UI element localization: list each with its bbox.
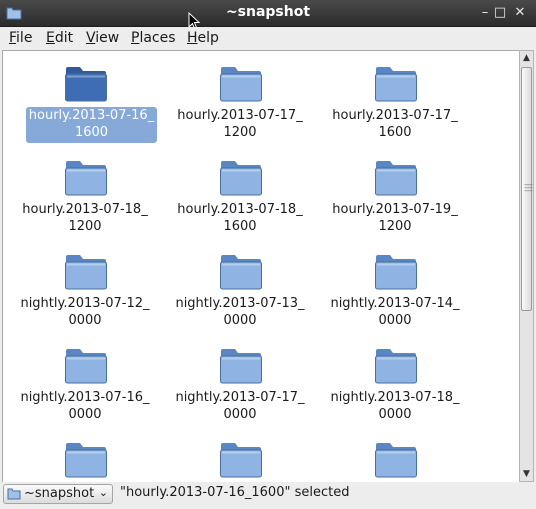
folder-icon: [65, 255, 107, 290]
file-icon-view[interactable]: hourly.2013-07-16_ 1600 hourly.2013-07-17_…: [2, 50, 520, 484]
folder-item[interactable]: nightly.2013-07-17_ 0000: [165, 333, 315, 423]
folder-label-line1: hourly.2013-07-18_: [177, 202, 303, 217]
folder-item[interactable]: [165, 427, 315, 483]
folder-icon: [220, 255, 262, 290]
menu-view[interactable]: View: [86, 30, 119, 46]
folder-label-line1: hourly.2013-07-17_: [177, 108, 303, 123]
scroll-up-arrow-icon[interactable]: ▲: [520, 51, 533, 65]
folder-icon: [220, 443, 262, 478]
folder-label: hourly.2013-07-18_ 1200: [10, 201, 160, 235]
folder-label-line1: nightly.2013-07-14_: [330, 296, 460, 311]
menu-places[interactable]: Places: [131, 30, 176, 46]
folder-item[interactable]: [320, 427, 470, 483]
folder-icon: [375, 349, 417, 384]
folder-label: nightly.2013-07-18_ 0000: [320, 389, 470, 423]
folder-item[interactable]: hourly.2013-07-17_ 1200: [165, 51, 315, 141]
folder-label-line1: nightly.2013-07-12_: [20, 296, 150, 311]
scrollbar-thumb[interactable]: — — —: [521, 67, 533, 311]
folder-item[interactable]: hourly.2013-07-18_ 1600: [165, 145, 315, 235]
folder-item[interactable]: hourly.2013-07-18_ 1200: [10, 145, 160, 235]
title-bar: ~snapshot – □ ✕: [0, 0, 536, 27]
location-label: ~snapshot: [24, 486, 95, 501]
vertical-scrollbar[interactable]: ▲ — — — ▼: [519, 50, 534, 482]
grip-icon: — — —: [524, 180, 533, 196]
status-bar: ~snapshot ⌄ "hourly.2013-07-16_1600" sel…: [0, 482, 536, 509]
folder-label: nightly.2013-07-12_ 0000: [10, 295, 160, 329]
folder-icon: [375, 255, 417, 290]
menu-file[interactable]: File: [9, 30, 32, 46]
chevron-down-icon: ⌄: [98, 486, 108, 499]
folder-label: hourly.2013-07-16_ 1600: [26, 107, 157, 143]
folder-label-line1: hourly.2013-07-17_: [332, 108, 458, 123]
folder-label-line1: hourly.2013-07-16_: [28, 108, 155, 123]
folder-label: hourly.2013-07-17_ 1200: [165, 107, 315, 141]
folder-label-line1: nightly.2013-07-13_: [175, 296, 305, 311]
menu-bar: File Edit View Places Help: [0, 27, 536, 49]
folder-label-line2: 0000: [68, 313, 102, 328]
folder-label: hourly.2013-07-18_ 1600: [165, 201, 315, 235]
folder-label-line2: 0000: [378, 407, 412, 422]
folder-icon: [220, 161, 262, 196]
folder-label: hourly.2013-07-17_ 1600: [320, 107, 470, 141]
close-button[interactable]: ✕: [511, 4, 529, 22]
window-title: ~snapshot: [225, 4, 311, 20]
folder-icon: [220, 67, 262, 102]
folder-icon: [375, 443, 417, 478]
folder-label-line2: 0000: [68, 407, 102, 422]
folder-icon: [65, 67, 107, 102]
folder-icon: [375, 67, 417, 102]
folder-item[interactable]: nightly.2013-07-12_ 0000: [10, 239, 160, 329]
folder-label-line1: nightly.2013-07-17_: [175, 390, 305, 405]
folder-label: nightly.2013-07-13_ 0000: [165, 295, 315, 329]
folder-item[interactable]: hourly.2013-07-17_ 1600: [320, 51, 470, 141]
folder-item[interactable]: nightly.2013-07-18_ 0000: [320, 333, 470, 423]
folder-item[interactable]: [10, 427, 160, 483]
folder-label-line1: nightly.2013-07-16_: [20, 390, 150, 405]
folder-icon: [65, 349, 107, 384]
scroll-down-arrow-icon[interactable]: ▼: [520, 467, 533, 481]
folder-item[interactable]: nightly.2013-07-14_ 0000: [320, 239, 470, 329]
folder-label-line2: 1200: [378, 219, 412, 234]
folder-label: nightly.2013-07-14_ 0000: [320, 295, 470, 329]
folder-icon: [7, 488, 21, 500]
folder-item[interactable]: nightly.2013-07-16_ 0000: [10, 333, 160, 423]
folder-label-line2: 0000: [223, 407, 257, 422]
folder-label: nightly.2013-07-17_ 0000: [165, 389, 315, 423]
folder-label-line2: 1600: [223, 219, 257, 234]
selection-status: "hourly.2013-07-16_1600" selected: [120, 485, 350, 500]
folder-item[interactable]: nightly.2013-07-13_ 0000: [165, 239, 315, 329]
menu-edit[interactable]: Edit: [46, 30, 73, 46]
folder-item[interactable]: hourly.2013-07-16_ 1600: [10, 51, 160, 143]
folder-label-line2: 0000: [378, 313, 412, 328]
folder-label-line2: 1600: [378, 125, 412, 140]
folder-label-line2: 0000: [223, 313, 257, 328]
folder-icon: [375, 161, 417, 196]
folder-label-line1: hourly.2013-07-19_: [332, 202, 458, 217]
folder-icon: [220, 349, 262, 384]
folder-item[interactable]: hourly.2013-07-19_ 1200: [320, 145, 470, 235]
folder-label: hourly.2013-07-19_ 1200: [320, 201, 470, 235]
folder-label-line2: 1200: [68, 219, 102, 234]
folder-label-line1: nightly.2013-07-18_: [330, 390, 460, 405]
maximize-button[interactable]: □: [491, 4, 509, 22]
folder-label-line1: hourly.2013-07-18_: [22, 202, 148, 217]
folder-label: nightly.2013-07-16_ 0000: [10, 389, 160, 423]
folder-label-line2: 1600: [74, 125, 109, 140]
folder-icon: [65, 443, 107, 478]
folder-label-line2: 1200: [223, 125, 257, 140]
folder-icon: [65, 161, 107, 196]
location-dropdown[interactable]: ~snapshot ⌄: [3, 484, 113, 504]
menu-help[interactable]: Help: [187, 30, 219, 46]
